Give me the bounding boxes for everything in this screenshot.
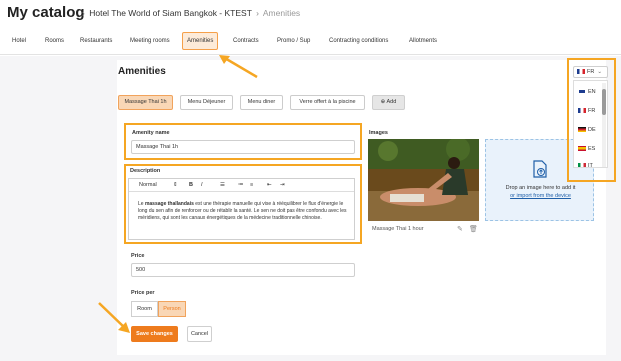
highlight-amenity-name [124, 123, 362, 160]
highlight-description [124, 164, 362, 244]
tab-rooms[interactable]: Rooms [42, 36, 67, 46]
amenity-image[interactable] [368, 139, 479, 221]
save-button[interactable]: Save changes [131, 326, 178, 342]
plus-circle-icon: ⊕ [380, 99, 386, 105]
breadcrumb-separator: › [256, 8, 259, 18]
highlight-language-select [567, 58, 616, 182]
tab-hotel[interactable]: Hotel [9, 36, 29, 46]
arrow-to-save-icon [98, 302, 130, 333]
section-heading: Amenities [118, 66, 166, 77]
add-amenity-label: Add [386, 99, 397, 105]
price-per-person[interactable]: Person [158, 301, 186, 317]
tab-contracting-conditions[interactable]: Contracting conditions [326, 36, 391, 46]
arrow-to-amenities-tab-icon [219, 55, 258, 79]
dropzone-instruction: Drop an image here to add it [505, 185, 576, 191]
add-amenity-button[interactable]: ⊕ Add [372, 95, 405, 110]
import-from-device-link[interactable]: or import from the device [486, 192, 595, 200]
amenity-chip-verre-offert[interactable]: Verre offert à la piscine [290, 95, 365, 110]
tab-meeting-rooms[interactable]: Meeting rooms [127, 36, 173, 46]
tab-bar: Hotel Rooms Restaurants Meeting rooms Am… [0, 30, 621, 55]
dropzone-text: Drop an image here to add it or import f… [486, 184, 595, 200]
price-label: Price [131, 253, 145, 259]
price-input[interactable]: 500 [131, 263, 355, 277]
amenity-chip-menu-diner[interactable]: Menu diner [240, 95, 283, 110]
image-upload-icon [533, 160, 547, 178]
image-caption: Massage Thai 1 hour [372, 226, 424, 232]
price-per-room[interactable]: Room [131, 301, 158, 317]
page-title: My catalog [7, 4, 85, 21]
amenity-chip-massage[interactable]: Massage Thai 1h [118, 95, 173, 110]
tab-contracts[interactable]: Contracts [230, 36, 262, 46]
cancel-button[interactable]: Cancel [187, 326, 212, 342]
breadcrumb-hotel[interactable]: Hotel The World of Siam Bangkok - KTEST [89, 8, 252, 18]
price-per-label: Price per [131, 290, 155, 296]
edit-icon[interactable]: ✎ [457, 225, 463, 233]
massage-photo [368, 139, 479, 221]
tab-allotments[interactable]: Allotments [406, 36, 440, 46]
tab-amenities[interactable]: Amenities [182, 32, 219, 50]
breadcrumb: › Hotel The World of Siam Bangkok - KTES… [80, 8, 300, 18]
breadcrumb-current: Amenities [262, 8, 301, 18]
app-root: My catalog › Hotel The World of Siam Ban… [0, 0, 621, 361]
images-label: Images [369, 130, 388, 136]
tab-promo-sup[interactable]: Promo / Sup [274, 36, 313, 46]
amenity-chip-menu-dejeuner[interactable]: Menu Déjeuner [180, 95, 233, 110]
header: My catalog › Hotel The World of Siam Ban… [0, 0, 621, 24]
trash-icon[interactable]: 🗑 [469, 225, 478, 233]
breadcrumb-separator: › [82, 8, 85, 18]
tab-restaurants[interactable]: Restaurants [77, 36, 115, 46]
